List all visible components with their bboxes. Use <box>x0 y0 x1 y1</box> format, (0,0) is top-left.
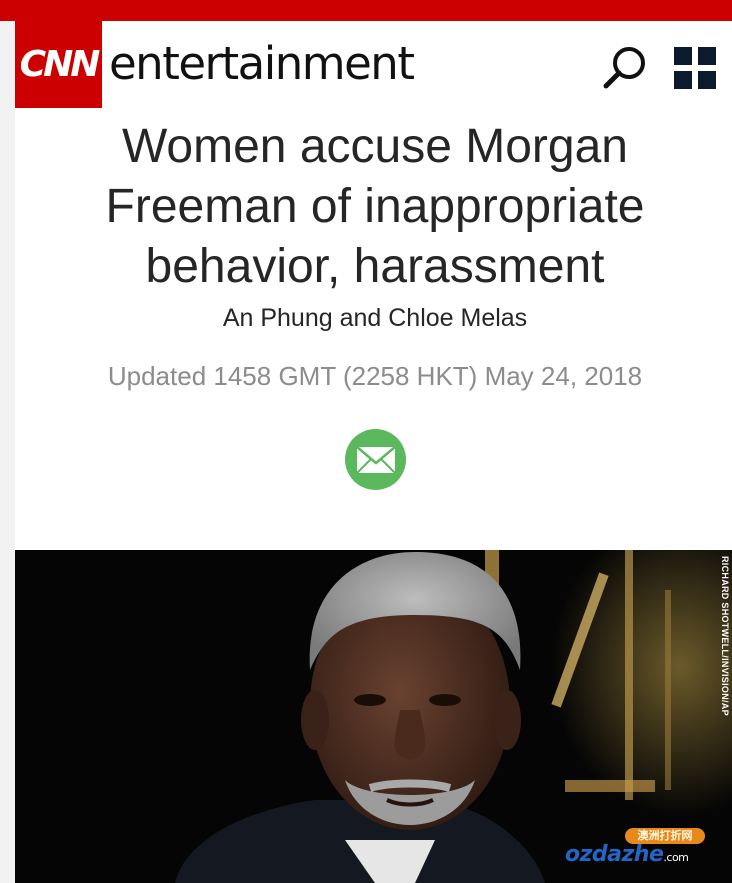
article-headline: Women accuse Morgan Freeman of inappropr… <box>105 120 645 293</box>
article-timestamp: Updated 1458 GMT (2258 HKT) May 24, 2018 <box>107 361 643 391</box>
cnn-logo-text: CNN <box>19 44 101 85</box>
grid-menu-icon <box>674 47 716 89</box>
section-name-link[interactable]: entertainment <box>109 35 415 93</box>
article-byline: An Phung and Chloe Melas <box>222 304 528 332</box>
cnn-logo[interactable]: CNN <box>15 21 102 108</box>
watermark-text: ozdazhe.com <box>565 842 689 867</box>
email-icon <box>355 445 396 474</box>
site-header: CNN entertainment <box>15 21 732 111</box>
article-page: CNN entertainment Women accuse Morgan Fr… <box>15 21 732 883</box>
watermark: 澳洲打折网 ozdazhe.com <box>545 828 732 883</box>
search-button[interactable] <box>601 43 649 91</box>
left-gutter <box>0 21 15 883</box>
email-share-button[interactable] <box>345 429 406 490</box>
page: CNN entertainment Women accuse Morgan Fr… <box>0 0 732 883</box>
top-red-strip <box>0 0 732 21</box>
menu-button[interactable] <box>672 45 718 91</box>
photo-credit: RICHARD SHOTWELL/INVISION/AP <box>720 556 730 716</box>
hero-image[interactable]: RICHARD SHOTWELL/INVISION/AP 澳洲打折网 ozdaz… <box>15 550 732 883</box>
search-icon <box>603 47 645 89</box>
